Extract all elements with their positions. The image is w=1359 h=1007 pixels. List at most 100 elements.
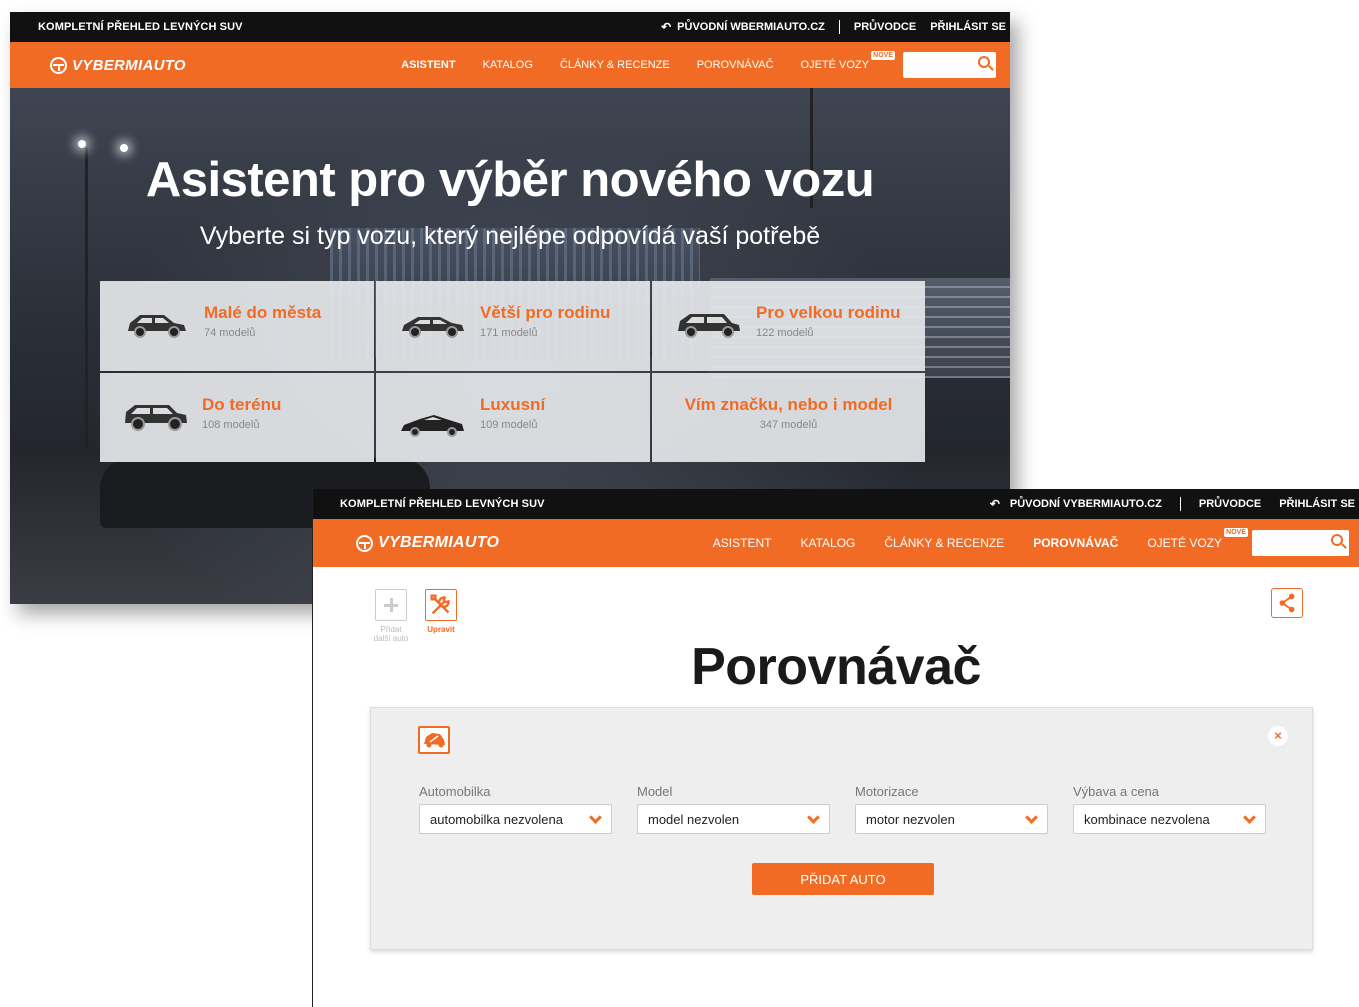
divider: [1179, 497, 1181, 511]
category-offroad[interactable]: Do terénu 108 modelů: [100, 373, 374, 462]
nav-comparator[interactable]: POROVNÁVAČ: [1033, 536, 1118, 550]
guide-link[interactable]: PRŮVODCE: [854, 21, 916, 33]
nav-catalog[interactable]: KATALOG: [483, 59, 533, 71]
chevron-down-icon: [589, 811, 602, 824]
select-value: motor nezvolen: [866, 811, 955, 827]
select-value: model nezvolen: [648, 811, 740, 827]
edit-tool[interactable]: Upravit: [421, 589, 461, 643]
edit-label: Upravit: [427, 625, 455, 634]
login-link[interactable]: PŘIHLÁSIT SE: [930, 21, 1006, 33]
select-value: automobilka nezvolena: [430, 811, 563, 827]
add-car-tool[interactable]: Přidat další auto: [371, 589, 411, 643]
plus-icon: [375, 589, 407, 621]
engine-select[interactable]: motor nezvolen: [855, 804, 1048, 834]
selector-row: Automobilka automobilka nezvolena Model …: [419, 784, 1266, 834]
search-icon[interactable]: [978, 56, 990, 68]
hero-subtitle: Vyberte si typ vozu, který nejlépe odpov…: [199, 222, 821, 250]
broken-car-icon: [424, 733, 445, 748]
car-selection-panel: × Automobilka automobilka nezvolena Mode…: [370, 707, 1313, 950]
chevron-down-icon: [1025, 811, 1038, 824]
sports-car-icon: [401, 415, 464, 437]
category-count: 122 modelů: [756, 327, 814, 339]
chevron-down-icon: [1243, 811, 1256, 824]
category-small-city[interactable]: Malé do města 74 modelů: [100, 281, 374, 371]
suv-car-icon: [125, 405, 187, 431]
toolbar: Přidat další auto Upravit: [371, 589, 461, 643]
manufacturer-field: Automobilka automobilka nezvolena: [419, 784, 612, 834]
category-count: 109 modelů: [480, 419, 538, 431]
nav-comparator[interactable]: POROVNÁVAČ: [697, 59, 774, 71]
model-select[interactable]: model nezvolen: [637, 804, 830, 834]
engine-field: Motorizace motor nezvolen: [855, 784, 1048, 834]
nav-used-cars[interactable]: OJETÉ VOZY NOVÉ: [1147, 528, 1248, 550]
category-know-brand[interactable]: Vím značku, nebo i model 347 modelů: [652, 373, 925, 462]
nav-articles[interactable]: ČLÁNKY & RECENZE: [560, 59, 670, 71]
search-icon[interactable]: [1331, 534, 1343, 546]
category-count: 74 modelů: [204, 327, 256, 339]
category-big-family[interactable]: Pro velkou rodinu 122 modelů: [652, 281, 925, 371]
promo-link[interactable]: KOMPLETNÍ PŘEHLED LEVNÝCH SUV: [38, 21, 243, 33]
nav-assistant[interactable]: ASISTENT: [713, 536, 772, 550]
lamp-light: [78, 140, 86, 148]
guide-link[interactable]: PRŮVODCE: [1199, 498, 1261, 510]
site-logo[interactable]: VYBERMIAUTO: [50, 56, 186, 74]
nav-used-cars[interactable]: OJETÉ VOZY NOVÉ: [800, 51, 895, 71]
car-slot[interactable]: [418, 726, 450, 754]
nav-used-cars-label: OJETÉ VOZY: [800, 59, 869, 71]
model-field: Model model nezvolen: [637, 784, 830, 834]
share-button[interactable]: [1271, 588, 1303, 618]
category-grid: Malé do města 74 modelů Větší pro rodinu…: [100, 281, 925, 462]
main-nav: VYBERMIAUTO ASISTENT KATALOG ČLÁNKY & RE…: [313, 519, 1359, 567]
original-site-link[interactable]: PŮVODNÍ VYBERMIAUTO.CZ: [1010, 498, 1162, 510]
share-icon: [1279, 593, 1295, 613]
search-input[interactable]: [903, 52, 996, 78]
category-name: Do terénu: [202, 395, 282, 414]
hatchback-car-icon: [128, 315, 186, 338]
field-label: Automobilka: [419, 784, 491, 799]
trim-price-field: Výbava a cena kombinace nezvolena: [1073, 784, 1266, 834]
login-link[interactable]: PŘIHLÁSIT SE: [1279, 498, 1355, 510]
back-arrow-icon: ↶: [661, 20, 672, 34]
original-site-link[interactable]: PŮVODNÍ WBERMIAUTO.CZ: [677, 21, 825, 33]
trim-price-select[interactable]: kombinace nezvolena: [1073, 804, 1266, 834]
close-button[interactable]: ×: [1268, 726, 1288, 746]
sedan-car-icon: [402, 317, 464, 338]
nav-assistant[interactable]: ASISTENT: [401, 59, 455, 71]
category-name: Luxusní: [480, 395, 546, 414]
category-luxury[interactable]: Luxusní 109 modelů: [376, 373, 650, 462]
lamp-light: [120, 144, 128, 152]
category-count: 347 modelů: [759, 419, 818, 431]
divider: [838, 20, 840, 34]
top-bar: KOMPLETNÍ PŘEHLED LEVNÝCH SUV ↶ PŮVODNÍ …: [313, 489, 1359, 519]
category-count: 171 modelů: [480, 327, 538, 339]
category-name: Větší pro rodinu: [480, 303, 611, 322]
category-name: Vím značku, nebo i model: [684, 395, 893, 414]
steering-wheel-icon: [356, 534, 373, 552]
select-value: kombinace nezvolena: [1084, 811, 1210, 827]
nav-used-cars-label: OJETÉ VOZY: [1147, 536, 1222, 550]
manufacturer-select[interactable]: automobilka nezvolena: [419, 804, 612, 834]
chevron-down-icon: [807, 811, 820, 824]
van-car-icon: [678, 314, 740, 338]
page-title: Porovnávač: [691, 638, 981, 696]
logo-text: VYBERMIAUTO: [72, 56, 186, 74]
main-nav: VYBERMIAUTO ASISTENT KATALOG ČLÁNKY & RE…: [10, 42, 1010, 88]
new-badge: NOVÉ: [1224, 528, 1248, 537]
site-logo[interactable]: VYBERMIAUTO: [356, 534, 499, 552]
search-input[interactable]: [1252, 530, 1349, 556]
new-badge: NOVÉ: [871, 51, 895, 60]
hero-title: Asistent pro výběr nového vozu: [145, 153, 875, 207]
category-count: 108 modelů: [202, 419, 260, 431]
field-label: Výbava a cena: [1073, 784, 1160, 799]
steering-wheel-icon: [50, 56, 67, 74]
nav-articles[interactable]: ČLÁNKY & RECENZE: [884, 536, 1004, 550]
category-name: Pro velkou rodinu: [756, 303, 901, 322]
field-label: Model: [637, 784, 673, 799]
comparator-window: KOMPLETNÍ PŘEHLED LEVNÝCH SUV ↶ PŮVODNÍ …: [312, 489, 1359, 1007]
add-car-button[interactable]: PŘIDAT AUTO: [752, 863, 934, 895]
back-arrow-icon: ↶: [989, 497, 1000, 511]
promo-link[interactable]: KOMPLETNÍ PŘEHLED LEVNÝCH SUV: [340, 498, 545, 510]
category-family[interactable]: Větší pro rodinu 171 modelů: [376, 281, 650, 371]
logo-text: VYBERMIAUTO: [378, 534, 500, 551]
nav-catalog[interactable]: KATALOG: [800, 536, 855, 550]
